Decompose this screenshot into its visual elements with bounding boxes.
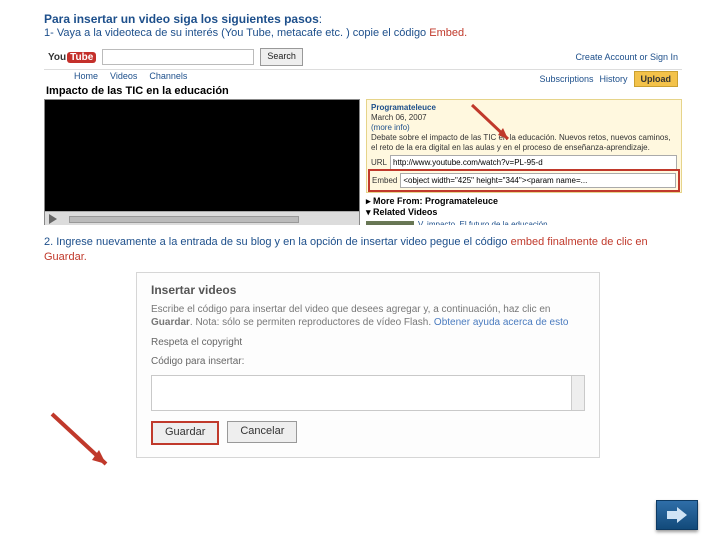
tab-home[interactable]: Home — [74, 71, 98, 81]
related-title-1[interactable]: V. impacto. El futuro de la educación — [418, 221, 682, 226]
embed-row-highlight: Embed — [371, 172, 677, 189]
step-1-text: 1- Vaya a la videoteca de su interés (Yo… — [44, 27, 682, 39]
related-header: ▾ Related Videos — [366, 207, 682, 218]
document-page: Para insertar un video siga los siguient… — [0, 0, 720, 540]
insert-video-dialog: Insertar videos Escribe el código para i… — [136, 272, 600, 458]
account-links[interactable]: Create Account or Sign In — [575, 52, 678, 62]
video-description: Debate sobre el impacto de las TIC en la… — [371, 133, 677, 153]
play-icon[interactable] — [49, 214, 57, 224]
save-button[interactable]: Guardar — [151, 421, 219, 445]
code-label: Código para insertar: — [151, 355, 585, 369]
player-controls[interactable] — [45, 211, 359, 225]
subscriptions-link[interactable]: Subscriptions — [539, 74, 593, 84]
video-meta-box: Programateleuce March 06, 2007 (more inf… — [366, 99, 682, 193]
embed-field[interactable] — [400, 173, 676, 188]
seek-bar[interactable] — [69, 216, 299, 223]
dialog-heading: Insertar videos — [151, 283, 585, 297]
arrow-right-icon — [667, 507, 687, 523]
next-slide-button[interactable] — [656, 500, 698, 530]
video-date: March 06, 2007 — [371, 113, 677, 123]
embed-label: Embed — [372, 176, 397, 186]
video-sidebar: Programateleuce March 06, 2007 (more inf… — [366, 99, 682, 225]
youtube-right-links: Subscriptions History Upload — [539, 71, 678, 87]
tab-videos[interactable]: Videos — [110, 71, 137, 81]
more-info-link[interactable]: (more info) — [371, 123, 677, 133]
youtube-screenshot: YouTube Search Create Account or Sign In… — [44, 45, 682, 225]
youtube-header: YouTube Search Create Account or Sign In — [44, 45, 682, 70]
url-field[interactable] — [390, 155, 677, 170]
video-player[interactable] — [44, 99, 360, 225]
dialog-body: Escribe el código para insertar del vide… — [151, 303, 585, 330]
history-link[interactable]: History — [599, 74, 627, 84]
step-2-text: 2. Ingrese nuevamente a la entrada de su… — [44, 235, 682, 266]
annotation-arrow-embed — [468, 101, 512, 145]
channel-name[interactable]: Programateleuce — [371, 103, 436, 112]
related-thumb-1[interactable] — [366, 221, 414, 226]
upload-button[interactable]: Upload — [634, 71, 679, 87]
help-link[interactable]: Obtener ayuda acerca de esto — [434, 317, 569, 328]
youtube-logo: YouTube — [48, 52, 96, 63]
annotation-arrow-save — [46, 408, 116, 478]
scrollbar[interactable] — [571, 376, 584, 410]
copyright-note: Respeta el copyright — [151, 336, 585, 350]
page-title: Para insertar un video siga los siguient… — [44, 12, 682, 26]
url-label: URL — [371, 158, 387, 168]
search-input[interactable] — [102, 49, 254, 65]
search-button[interactable]: Search — [260, 48, 303, 66]
cancel-button[interactable]: Cancelar — [227, 421, 297, 443]
tab-channels[interactable]: Channels — [149, 71, 187, 81]
embed-code-textarea[interactable] — [151, 375, 585, 411]
more-from-header: ▸ More From: Programateleuce — [366, 196, 682, 207]
